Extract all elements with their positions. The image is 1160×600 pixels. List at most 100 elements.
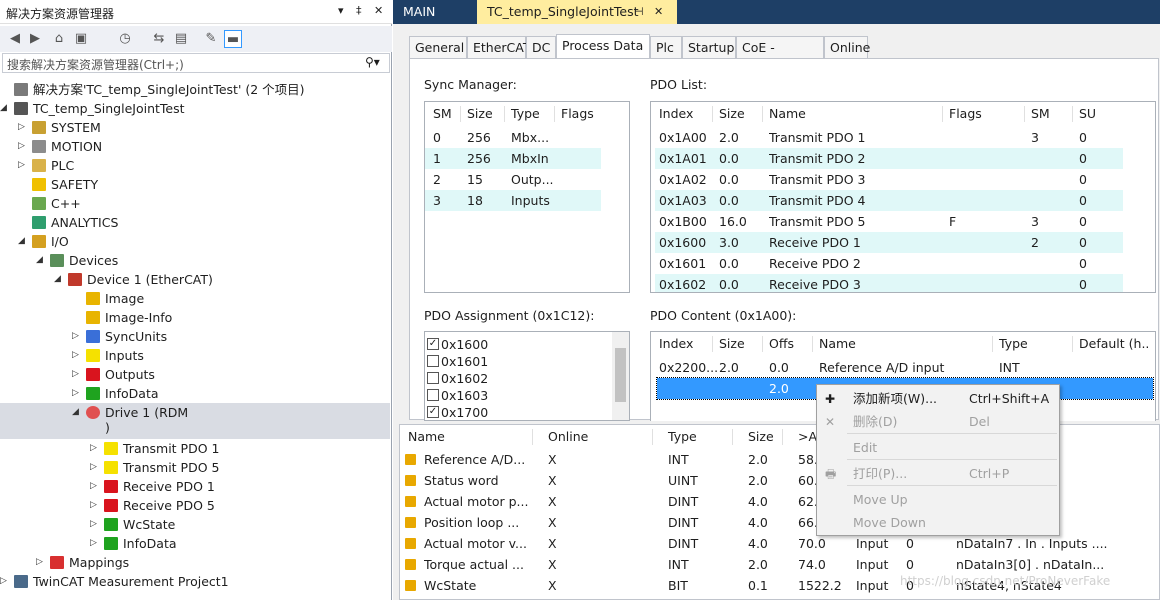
tree-item[interactable]: ▷ PLC xyxy=(0,156,390,175)
tab-plc[interactable]: Plc xyxy=(650,36,682,59)
checkbox[interactable] xyxy=(427,372,439,384)
column-header[interactable]: Name xyxy=(402,425,507,449)
tree-item[interactable]: ▷ TwinCAT Measurement Project1 xyxy=(0,572,390,591)
column-divider[interactable] xyxy=(652,429,653,445)
tree-item[interactable]: ANALYTICS xyxy=(0,213,390,232)
column-header[interactable]: Name xyxy=(763,102,933,126)
column-divider[interactable] xyxy=(532,429,533,445)
checkbox-checked[interactable]: ✓ xyxy=(427,338,439,350)
switch-view-icon[interactable]: ▣ xyxy=(72,30,90,48)
column-divider[interactable] xyxy=(762,106,763,122)
tab-coe-online[interactable]: CoE - Online xyxy=(736,36,824,76)
column-divider[interactable] xyxy=(762,336,763,352)
collapse-arrow-icon[interactable]: ◢ xyxy=(54,270,64,289)
expand-arrow-icon[interactable]: ▷ xyxy=(72,365,82,384)
column-divider[interactable] xyxy=(712,106,713,122)
column-divider[interactable] xyxy=(1072,336,1073,352)
tree-item[interactable]: ▷ InfoData xyxy=(0,534,390,553)
tree-item[interactable]: ▷ Receive PDO 1 xyxy=(0,477,390,496)
expand-arrow-icon[interactable]: ▷ xyxy=(18,137,28,156)
context-menu-item[interactable]: ✕ 删除(D) Del xyxy=(817,411,1059,433)
collapse-arrow-icon[interactable]: ◢ xyxy=(0,99,10,118)
tree-item[interactable]: ◢ Drive 1 (RDM) xyxy=(0,403,390,439)
tree-item[interactable]: ▷ Transmit PDO 5 xyxy=(0,458,390,477)
tab-ethercat[interactable]: EtherCAT xyxy=(467,36,531,59)
scrollbar[interactable] xyxy=(612,332,629,420)
checkbox[interactable] xyxy=(427,389,439,401)
pdo-assignment-item[interactable]: 0x1603 xyxy=(427,387,607,404)
column-divider[interactable] xyxy=(812,336,813,352)
column-header[interactable]: SM xyxy=(1025,102,1069,126)
collapse-arrow-icon[interactable]: ◢ xyxy=(36,251,46,270)
tree-item[interactable]: ▷ Transmit PDO 1 xyxy=(0,439,390,458)
column-header[interactable]: Flags xyxy=(943,102,1019,126)
expand-arrow-icon[interactable]: ▷ xyxy=(0,572,10,591)
expand-arrow-icon[interactable]: ▷ xyxy=(72,346,82,365)
checkbox[interactable] xyxy=(427,355,439,367)
tree-item[interactable]: 解决方案'TC_temp_SingleJointTest' (2 个项目) xyxy=(0,80,390,99)
column-divider[interactable] xyxy=(992,336,993,352)
column-header[interactable]: SM xyxy=(427,102,457,126)
tree-item[interactable]: ▷ WcState xyxy=(0,515,390,534)
column-header[interactable]: Size xyxy=(713,332,759,356)
tab-general[interactable]: General xyxy=(409,36,467,59)
collapse-arrow-icon[interactable]: ◢ xyxy=(18,232,28,251)
tree-item[interactable]: ▷ Receive PDO 5 xyxy=(0,496,390,515)
column-divider[interactable] xyxy=(1072,106,1073,122)
column-header[interactable]: Index xyxy=(653,332,711,356)
column-divider[interactable] xyxy=(460,106,461,122)
tree-item[interactable]: ▷ SYSTEM xyxy=(0,118,390,137)
tree-item[interactable]: ◢ Devices xyxy=(0,251,390,270)
column-header[interactable]: SU xyxy=(1073,102,1117,126)
tree-item[interactable]: ▷ SyncUnits xyxy=(0,327,390,346)
pin-icon[interactable]: ⊣ xyxy=(634,0,644,24)
column-header[interactable]: Type xyxy=(662,425,732,449)
column-header[interactable]: Size xyxy=(713,102,759,126)
tree-item[interactable]: ▷ Mappings xyxy=(0,553,390,572)
expand-arrow-icon[interactable]: ▷ xyxy=(90,477,100,496)
column-divider[interactable] xyxy=(732,429,733,445)
column-header[interactable]: Online xyxy=(542,425,652,449)
column-divider[interactable] xyxy=(942,106,943,122)
column-header[interactable]: Offs xyxy=(763,332,809,356)
dropdown-icon[interactable]: ▾ xyxy=(338,4,344,17)
tree-item[interactable]: ▷ InfoData xyxy=(0,384,390,403)
column-divider[interactable] xyxy=(1024,106,1025,122)
expand-arrow-icon[interactable]: ▷ xyxy=(18,118,28,137)
tree-item[interactable]: SAFETY xyxy=(0,175,390,194)
tree-item[interactable]: ◢ Device 1 (EtherCAT) xyxy=(0,270,390,289)
tab-online[interactable]: Online xyxy=(824,36,870,59)
column-header[interactable]: Flags xyxy=(555,102,615,126)
column-divider[interactable] xyxy=(554,106,555,122)
scrollbar-thumb[interactable] xyxy=(615,348,626,402)
pdo-assignment-item[interactable]: ✓ 0x1700 xyxy=(427,404,607,420)
doc-tab-tc-temp[interactable]: TC_temp_SingleJointTest ⊣ ✕ xyxy=(477,0,677,24)
pending-changes-icon[interactable]: ◷ xyxy=(116,30,134,48)
context-menu-item[interactable]: Move Down xyxy=(817,512,1059,534)
preview-icon[interactable]: ▬ xyxy=(224,30,242,48)
forward-icon[interactable]: ▶ xyxy=(26,30,44,48)
column-divider[interactable] xyxy=(504,106,505,122)
tree-item[interactable]: ▷ MOTION xyxy=(0,137,390,156)
expand-arrow-icon[interactable]: ▷ xyxy=(72,384,82,403)
column-header[interactable]: Default (h... xyxy=(1073,332,1149,356)
pdo-assignment-item[interactable]: 0x1602 xyxy=(427,370,607,387)
tree-item[interactable]: ▷ Outputs xyxy=(0,365,390,384)
tree-item[interactable]: Image xyxy=(0,289,390,308)
close-icon[interactable]: ✕ xyxy=(654,0,663,24)
context-menu-item[interactable]: Move Up xyxy=(817,489,1059,511)
tab-startup[interactable]: Startup xyxy=(682,36,736,59)
close-icon[interactable]: ✕ xyxy=(374,4,383,17)
column-header[interactable]: Type xyxy=(993,332,1069,356)
collapse-all-icon[interactable]: ▤ xyxy=(172,30,190,48)
home-icon[interactable]: ⌂ xyxy=(50,30,68,48)
tab-dc[interactable]: DC xyxy=(526,36,556,59)
back-icon[interactable]: ◀ xyxy=(6,30,24,48)
pdo-assignment-item[interactable]: 0x1601 xyxy=(427,353,607,370)
column-header[interactable]: Type xyxy=(505,102,553,126)
pdo-assignment-item[interactable]: ✓ 0x1600 xyxy=(427,336,607,353)
expand-arrow-icon[interactable]: ▷ xyxy=(90,439,100,458)
tree-item[interactable]: ▷ Inputs xyxy=(0,346,390,365)
context-menu-item[interactable]: 🖶 打印(P)... Ctrl+P xyxy=(817,463,1059,485)
sync-icon[interactable]: ⇆ xyxy=(150,30,168,48)
